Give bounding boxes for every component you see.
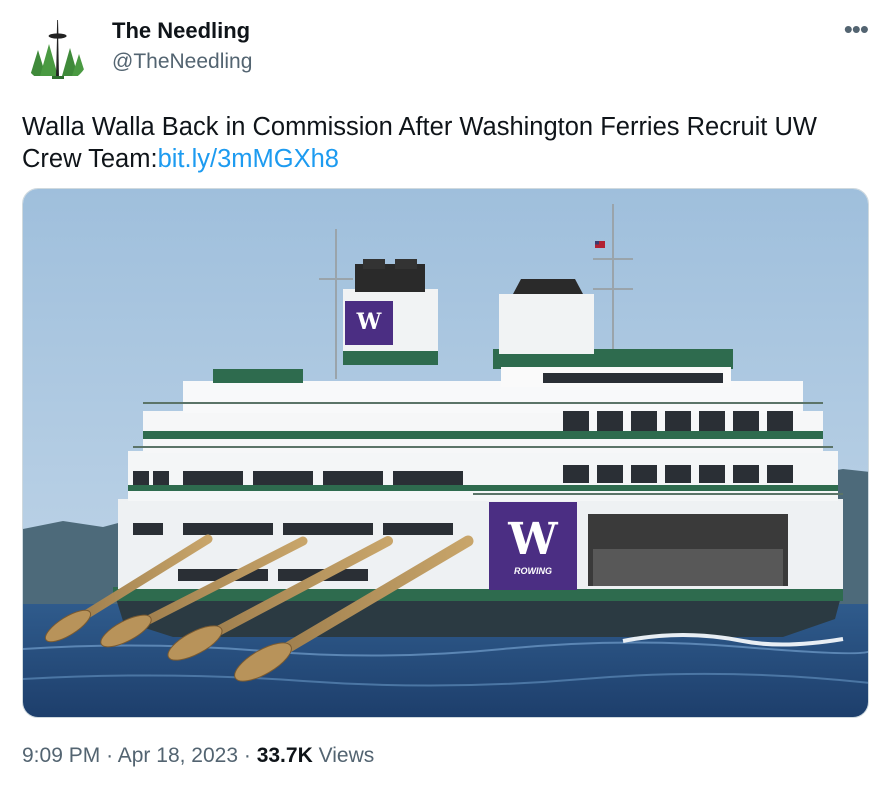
author-display-name[interactable]: The Needling	[112, 17, 252, 45]
author-info[interactable]: The Needling @TheNeedling	[112, 17, 252, 76]
space-needle-forest-logo-icon	[22, 16, 90, 84]
author-handle[interactable]: @TheNeedling	[112, 48, 252, 76]
svg-text:W: W	[507, 514, 558, 565]
more-options-button[interactable]: •••	[843, 14, 869, 45]
tweet-meta: 9:09 PM · Apr 18, 2023 · 33.7K Views	[22, 742, 374, 770]
views-label: Views	[318, 744, 375, 767]
author-avatar[interactable]	[22, 16, 90, 84]
meta-separator: ·	[106, 744, 114, 767]
media-logo-label: ROWING	[514, 566, 552, 576]
tweet-body: Walla Walla Back in Commission After Was…	[22, 113, 817, 173]
ferry-with-oars-image: W W ROWING	[23, 189, 868, 717]
views-count[interactable]: 33.7K	[257, 744, 313, 767]
tweet-link[interactable]: bit.ly/3mMGXh8	[158, 145, 339, 173]
more-options-icon: •••	[843, 14, 869, 44]
tweet-date[interactable]: Apr 18, 2023	[118, 744, 238, 767]
tweet-media[interactable]: W W ROWING	[22, 188, 869, 718]
svg-text:W: W	[356, 309, 382, 335]
meta-separator: ·	[243, 744, 251, 767]
tweet-time[interactable]: 9:09 PM	[22, 744, 100, 767]
tweet-text: Walla Walla Back in Commission After Was…	[22, 111, 862, 175]
